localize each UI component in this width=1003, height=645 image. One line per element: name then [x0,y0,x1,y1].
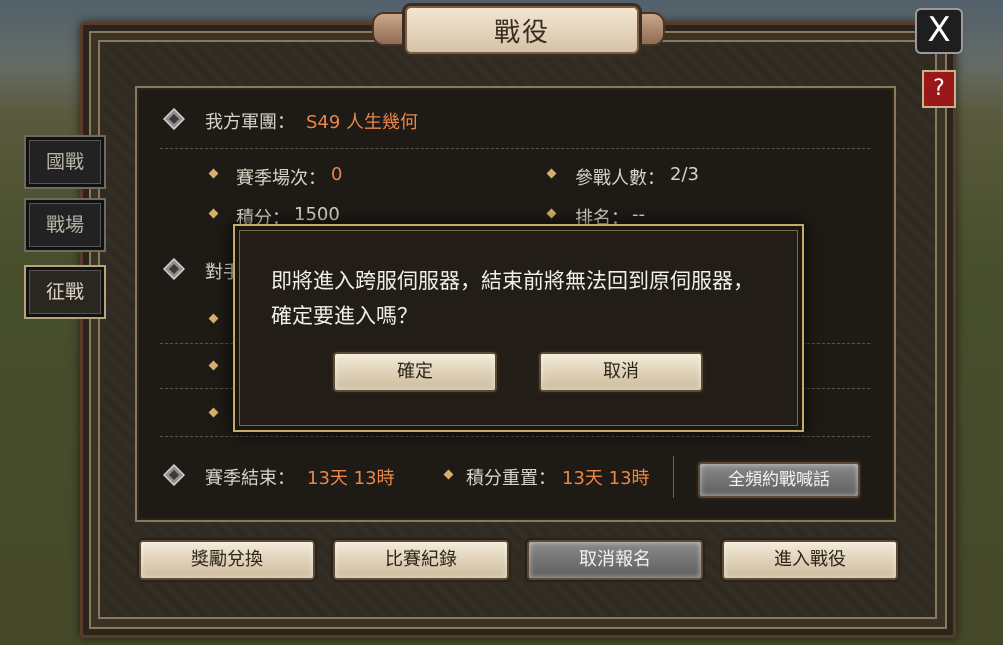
help-button[interactable]: ? [922,70,956,108]
rank-value: -- [632,204,645,225]
opponent-icon [163,258,185,280]
points-reset-value: 13天 13時 [562,468,650,489]
enter-campaign-button[interactable]: 進入戰役 [722,540,898,580]
season-matches-value: 0 [331,164,343,185]
dialog-cancel-button[interactable]: 取消 [539,352,703,392]
legion-icon [163,108,185,130]
participants-value: 2/3 [670,164,699,185]
points-value: 1500 [294,204,340,225]
tab-expedition[interactable]: 征戰 [24,265,106,319]
vertical-divider [673,456,674,498]
divider [160,436,870,437]
window-title: 戰役 [405,6,639,54]
tab-battlefield[interactable]: 戰場 [24,198,106,252]
reward-exchange-button[interactable]: 獎勵兌換 [139,540,315,580]
points-reset-label: 積分重置： [466,468,556,489]
my-legion-value: S49 人生幾何 [306,112,419,133]
confirm-dialog: 即將進入跨服伺服器，結束前將無法回到原伺服器，確定要進入嗎？ 確定 取消 [233,224,804,432]
my-legion-label: 我方軍團： [205,112,295,133]
tab-national-war[interactable]: 國戰 [24,135,106,189]
season-matches-label: 賽季場次： [236,168,326,189]
divider [160,148,870,149]
close-button[interactable]: X [915,8,963,54]
season-end-label: 賽季結束： [205,468,295,489]
season-end-value: 13天 13時 [307,468,395,489]
season-icon [163,464,185,486]
participants-label: 參戰人數： [575,168,665,189]
shout-button[interactable]: 全頻約戰喊話 [698,462,860,498]
dialog-message: 即將進入跨服伺服器，結束前將無法回到原伺服器，確定要進入嗎？ [271,269,754,328]
dialog-confirm-button[interactable]: 確定 [333,352,497,392]
cancel-registration-button[interactable]: 取消報名 [527,540,703,580]
match-record-button[interactable]: 比賽紀錄 [333,540,509,580]
